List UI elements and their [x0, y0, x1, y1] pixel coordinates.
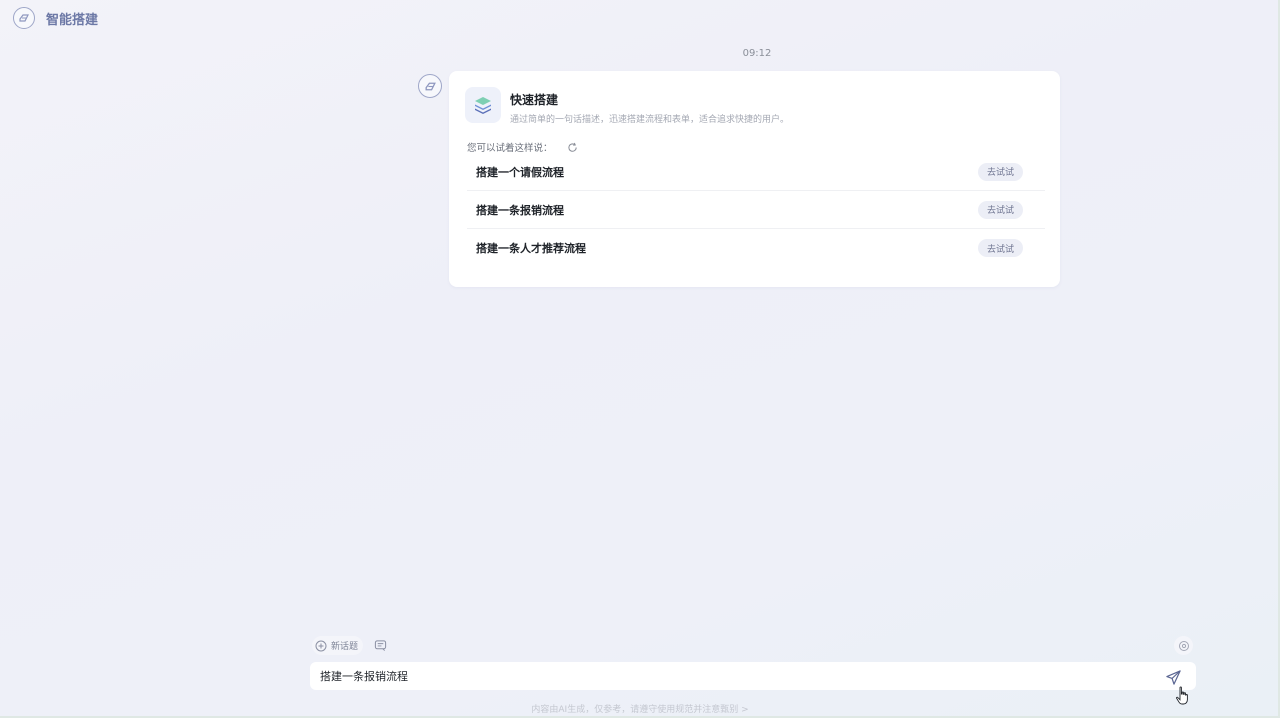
try-button[interactable]: 去试试 [978, 162, 1023, 181]
card-description: 通过简单的一句话描述，迅速搭建流程和表单，适合追求快捷的用户。 [510, 115, 790, 125]
suggestion-text: 搭建一条报销流程 [476, 203, 564, 217]
app-title: 智能搭建 [46, 13, 99, 28]
new-topic-label: 新话题 [331, 642, 359, 652]
chat-history-icon [374, 640, 387, 651]
settings-button[interactable] [1174, 636, 1193, 655]
quick-build-card: 快速搭建 通过简单的一句话描述，迅速搭建流程和表单，适合追求快捷的用户。 您可以… [449, 71, 1060, 287]
hint-row: 您可以试着这样说： [467, 140, 579, 154]
paper-plane-icon [1165, 669, 1181, 685]
hint-label: 您可以试着这样说： [467, 143, 553, 154]
app-logo-icon [13, 7, 35, 29]
suggestion-text: 搭建一条人才推荐流程 [476, 242, 586, 255]
input-toolbar: 新话题 [312, 636, 390, 655]
suggestion-text: 搭建一个请假流程 [476, 165, 564, 179]
chat-input[interactable] [310, 662, 1150, 690]
new-topic-button[interactable]: 新话题 [312, 636, 364, 655]
layers-icon [465, 87, 501, 123]
disclaimer-link[interactable]: 内容由AI生成，仅参考，请遵守使用规范并注意甄别 > [531, 705, 748, 715]
send-button[interactable] [1164, 668, 1182, 686]
ai-disclaimer: 内容由AI生成，仅参考，请遵守使用规范并注意甄别 > [0, 702, 1280, 715]
plus-circle-icon [314, 639, 327, 652]
suggestion-item[interactable]: 搭建一个请假流程 去试试 [467, 153, 1045, 191]
card-title: 快速搭建 [510, 93, 559, 107]
chat-input-box [310, 662, 1196, 690]
bot-avatar-icon [418, 74, 442, 98]
history-button[interactable] [371, 636, 390, 655]
suggestion-list: 搭建一个请假流程 去试试 搭建一条报销流程 去试试 搭建一条人才推荐流程 去试试 [467, 153, 1045, 267]
settings-icon [1178, 640, 1189, 651]
message-timestamp: 09:12 [742, 48, 772, 59]
try-button[interactable]: 去试试 [978, 200, 1023, 219]
try-button[interactable]: 去试试 [978, 239, 1023, 257]
refresh-icon[interactable] [567, 141, 579, 153]
suggestion-item[interactable]: 搭建一条人才推荐流程 去试试 [467, 229, 1045, 267]
suggestion-item[interactable]: 搭建一条报销流程 去试试 [467, 191, 1045, 229]
